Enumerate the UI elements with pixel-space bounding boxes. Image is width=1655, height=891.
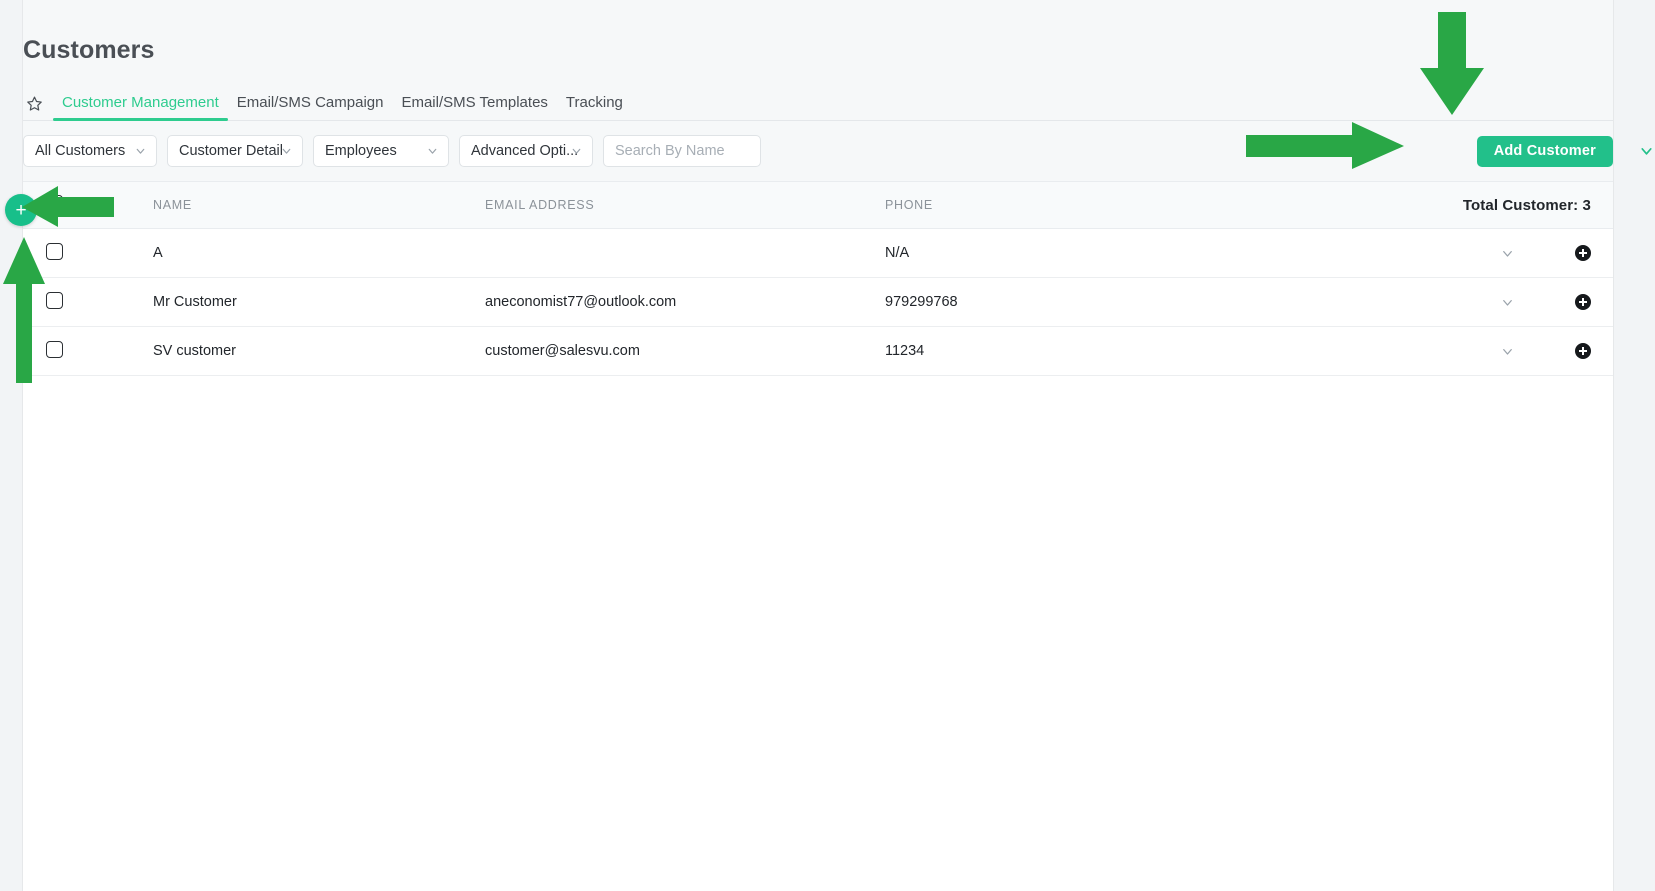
table-row[interactable]: Mr Customer aneconomist77@outlook.com 97… (23, 278, 1613, 327)
all-customers-select-value: All Customers (35, 143, 126, 159)
column-header-phone[interactable]: PHONE (885, 182, 1285, 229)
table-row[interactable]: SV customer customer@salesvu.com 11234 (23, 327, 1613, 376)
card-header: Customers Customer Management Email/SMS … (23, 0, 1652, 181)
table-body: A N/A Mr Customer aneconomist77@outlook.… (23, 229, 1613, 376)
add-customer-dropdown-icon[interactable] (1638, 143, 1655, 160)
page-title: Customers (23, 36, 155, 64)
tab-email-sms-templates[interactable]: Email/SMS Templates (392, 94, 556, 120)
advanced-options-select-value: Advanced Opti... (471, 143, 579, 159)
chevron-down-icon (426, 145, 439, 158)
tab-customer-management[interactable]: Customer Management (53, 94, 228, 121)
tab-tracking[interactable]: Tracking (557, 94, 632, 120)
row-add-icon[interactable] (1575, 245, 1591, 262)
row-select-cell (23, 229, 85, 278)
tab-bar: Customer Management Email/SMS Campaign E… (23, 87, 1613, 121)
chevron-down-icon (280, 145, 293, 158)
star-outline-icon[interactable] (23, 92, 45, 114)
advanced-options-select[interactable]: Advanced Opti... (459, 135, 593, 167)
customer-detail-select-value: Customer Detail (179, 143, 283, 159)
row-actions (1285, 278, 1613, 327)
row-email: customer@salesvu.com (485, 343, 640, 359)
tab-email-sms-campaign[interactable]: Email/SMS Campaign (228, 94, 393, 120)
column-header-email[interactable]: EMAIL ADDRESS (485, 182, 885, 229)
all-customers-select[interactable]: All Customers (23, 135, 157, 167)
row-select-cell (23, 278, 85, 327)
row-phone: N/A (885, 245, 910, 261)
add-customer-fab[interactable]: + (5, 194, 37, 226)
row-add-icon[interactable] (1575, 294, 1591, 311)
table-header-row: NAME EMAIL ADDRESS PHONE Total Customer:… (23, 181, 1613, 229)
row-expand-chevron-icon[interactable] (1500, 295, 1515, 310)
row-add-icon[interactable] (1575, 343, 1591, 360)
row-phone: 11234 (885, 343, 925, 359)
employees-select[interactable]: Employees (313, 135, 449, 167)
row-phone: 979299768 (885, 294, 958, 310)
total-customer-label: Total Customer: 3 (1462, 196, 1591, 214)
customer-detail-select[interactable]: Customer Detail (167, 135, 303, 167)
column-header-name[interactable]: NAME (85, 182, 485, 229)
table-header: NAME EMAIL ADDRESS PHONE Total Customer:… (23, 181, 1613, 229)
add-customer-button[interactable]: Add Customer (1476, 135, 1613, 167)
row-expand-chevron-icon[interactable] (1500, 344, 1515, 359)
row-checkbox[interactable] (45, 340, 63, 358)
total-customer-count: Total Customer: 3 (1285, 182, 1613, 229)
customers-page: Customers Customer Management Email/SMS … (0, 0, 1655, 891)
search-input[interactable] (603, 135, 761, 167)
row-name: SV customer (153, 343, 236, 359)
select-all-checkbox[interactable] (45, 195, 63, 212)
row-email (485, 229, 885, 278)
row-actions (1285, 229, 1613, 278)
content-card: Customers Customer Management Email/SMS … (22, 0, 1652, 891)
employees-select-value: Employees (325, 143, 397, 159)
row-name: A (153, 245, 163, 261)
customers-table: NAME EMAIL ADDRESS PHONE Total Customer:… (23, 181, 1613, 376)
row-select-cell (23, 327, 85, 376)
row-checkbox[interactable] (45, 242, 63, 260)
row-expand-chevron-icon[interactable] (1500, 246, 1515, 261)
chevron-down-icon (134, 145, 147, 158)
row-email: aneconomist77@outlook.com (485, 294, 677, 310)
chevron-down-icon (570, 145, 583, 158)
row-name: Mr Customer (153, 294, 237, 310)
row-checkbox[interactable] (45, 291, 63, 309)
table-row[interactable]: A N/A (23, 229, 1613, 278)
row-actions (1285, 327, 1613, 376)
filter-bar: All Customers Customer Detail Employees (23, 121, 1652, 181)
